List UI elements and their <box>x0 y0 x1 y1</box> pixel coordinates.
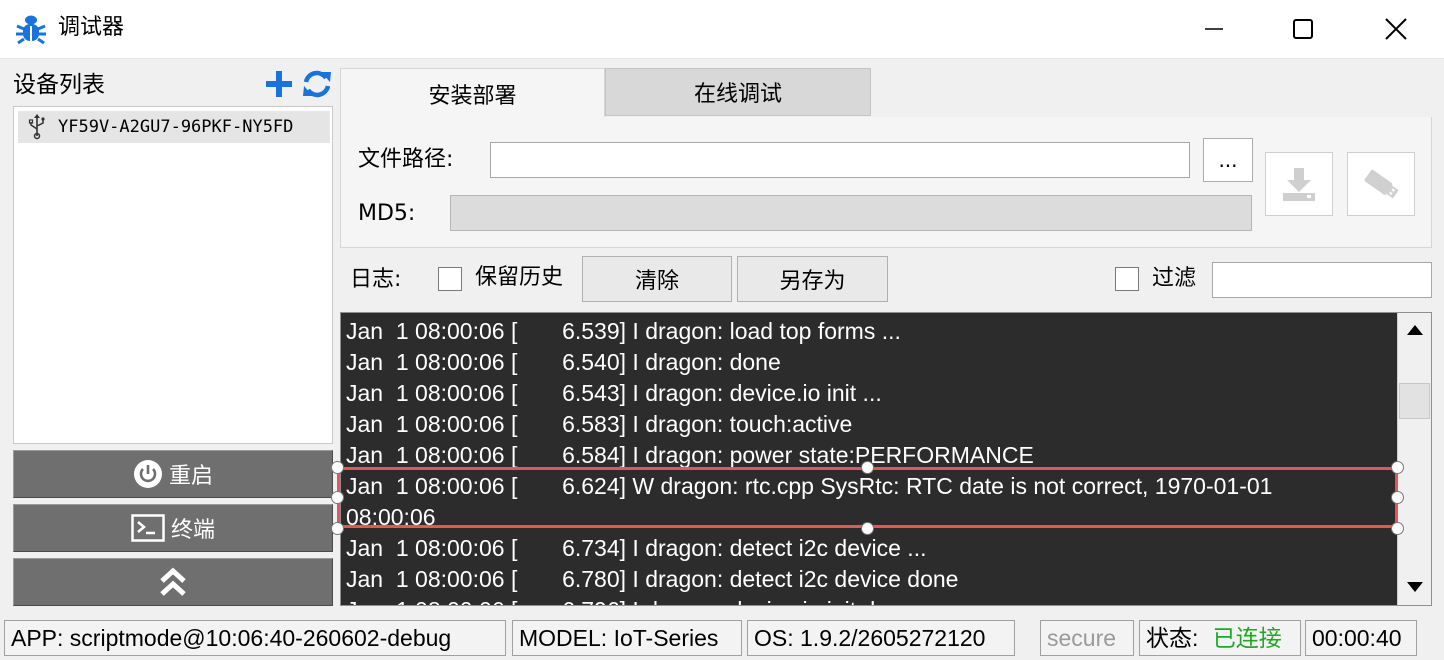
clear-button[interactable]: 清除 <box>582 256 732 302</box>
bug-icon <box>16 15 46 45</box>
refresh-icon[interactable] <box>301 68 333 100</box>
tab-deploy-label: 安装部署 <box>428 83 517 109</box>
device-list-title: 设备列表 <box>13 72 105 98</box>
selection-handle[interactable] <box>861 522 874 535</box>
power-icon <box>133 460 162 488</box>
keep-history-label: 保留历史 <box>475 265 564 290</box>
log-line: Jan 1 08:00:06 [ 6.796] I dragon: device… <box>346 595 914 605</box>
restart-label: 重启 <box>168 464 213 489</box>
minimize-button[interactable] <box>1168 0 1260 58</box>
md5-field <box>450 195 1252 231</box>
selection-handle[interactable] <box>1391 491 1404 504</box>
status-elapsed: 00:00:40 <box>1305 620 1417 656</box>
save-as-label: 另存为 <box>779 269 846 294</box>
status-os: OS: 1.9.2/2605272120 <box>747 620 1015 656</box>
scroll-down-button[interactable] <box>1398 570 1431 604</box>
window-title: 调试器 <box>58 15 125 40</box>
browse-button[interactable]: ... <box>1203 138 1253 182</box>
close-icon <box>1385 18 1407 40</box>
terminal-label: 终端 <box>170 518 215 543</box>
terminal-button[interactable]: 终端 <box>13 504 333 552</box>
device-list-item[interactable]: YF59V-A2GU7-96PKF-NY5FD <box>18 111 330 143</box>
status-connection: 状态: 已连接 <box>1139 620 1301 656</box>
filter-checkbox[interactable] <box>1115 267 1139 291</box>
usb-drive-button[interactable] <box>1347 152 1415 216</box>
selection-handle[interactable] <box>331 461 344 474</box>
log-line: Jan 1 08:00:06 [ 6.780] I dragon: detect… <box>346 566 959 592</box>
log-line: Jan 1 08:00:06 [ 6.540] I dragon: done <box>346 349 781 375</box>
collapse-button[interactable] <box>13 558 333 606</box>
device-list[interactable]: YF59V-A2GU7-96PKF-NY5FD <box>13 106 333 444</box>
file-path-input[interactable] <box>490 142 1190 178</box>
scroll-down-icon <box>1406 582 1423 592</box>
maximize-button[interactable] <box>1257 0 1349 58</box>
restart-button[interactable]: 重启 <box>13 450 333 498</box>
save-as-button[interactable]: 另存为 <box>737 256 888 302</box>
usb-drive-icon <box>1364 169 1399 199</box>
selection-handle[interactable] <box>1391 461 1404 474</box>
tab-online-debug-label: 在线调试 <box>693 82 782 107</box>
scroll-thumb[interactable] <box>1399 383 1430 419</box>
clear-label: 清除 <box>634 269 679 294</box>
filter-label: 过滤 <box>1152 266 1197 291</box>
log-line: Jan 1 08:00:06 [ 6.539] I dragon: load t… <box>346 318 901 344</box>
usb-icon <box>28 114 45 140</box>
download-icon <box>1283 168 1315 201</box>
double-chevron-up-icon <box>160 567 186 596</box>
close-button[interactable] <box>1350 0 1442 58</box>
log-scrollbar[interactable] <box>1397 313 1431 605</box>
plus-icon[interactable] <box>264 68 294 100</box>
scroll-up-icon <box>1406 325 1423 335</box>
status-secure: secure <box>1040 620 1134 656</box>
status-model: MODEL: IoT-Series <box>512 620 742 656</box>
log-line: Jan 1 08:00:06 [ 6.734] I dragon: detect… <box>346 535 927 561</box>
log-label: 日志: <box>350 267 402 292</box>
maximize-icon <box>1293 19 1313 39</box>
status-state-label: 状态: <box>1146 625 1199 651</box>
selection-handle[interactable] <box>331 522 344 535</box>
log-view[interactable]: Jan 1 08:00:06 [ 6.539] I dragon: load t… <box>340 312 1432 606</box>
log-line: Jan 1 08:00:06 [ 6.583] I dragon: touch:… <box>346 411 853 437</box>
scroll-up-button[interactable] <box>1398 313 1431 347</box>
md5-label: MD5: <box>358 201 416 226</box>
selection-handle[interactable] <box>1391 522 1404 535</box>
selection-handle[interactable] <box>861 461 874 474</box>
tab-online-debug[interactable]: 在线调试 <box>605 68 871 116</box>
minimize-icon <box>1205 28 1223 30</box>
status-app: APP: scriptmode@10:06:40-260602-debug <box>4 620 506 656</box>
install-button[interactable] <box>1265 152 1333 216</box>
filter-input[interactable] <box>1212 262 1432 298</box>
device-name: YF59V-A2GU7-96PKF-NY5FD <box>58 117 294 137</box>
status-bar: APP: scriptmode@10:06:40-260602-debug MO… <box>0 614 1444 660</box>
browse-label: ... <box>1218 148 1238 172</box>
status-state-value: 已连接 <box>1212 625 1282 651</box>
title-bar: 调试器 <box>0 0 1444 58</box>
terminal-icon <box>131 514 165 542</box>
selection-handle[interactable] <box>331 491 344 504</box>
file-path-label: 文件路径: <box>358 147 454 172</box>
log-line: Jan 1 08:00:06 [ 6.543] I dragon: device… <box>346 380 882 406</box>
keep-history-checkbox[interactable] <box>438 267 462 291</box>
title-divider <box>0 58 1444 59</box>
selection-box[interactable] <box>337 467 1398 528</box>
tab-deploy[interactable]: 安装部署 <box>340 68 605 118</box>
